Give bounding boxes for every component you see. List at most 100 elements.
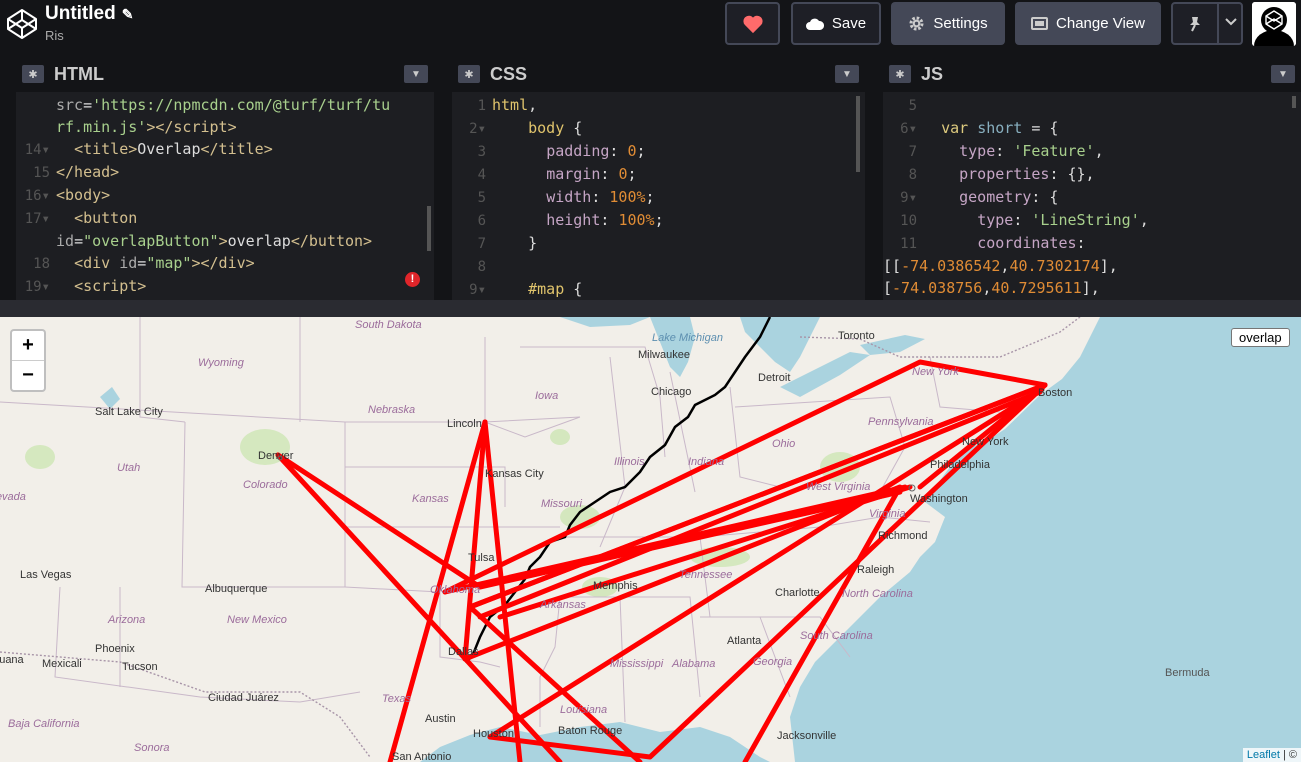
label-bermuda: Bermuda <box>1165 667 1211 679</box>
save-button[interactable]: Save <box>791 2 881 45</box>
label-lincoln: Lincoln <box>447 418 482 430</box>
label-nebraska: Nebraska <box>368 404 415 416</box>
css-settings-gear-icon[interactable]: ✱ <box>458 65 480 83</box>
label-albuquerque: Albuquerque <box>205 583 267 595</box>
label-louisiana: Louisiana <box>560 704 607 716</box>
label-boston: Boston <box>1038 387 1072 399</box>
label-ohio: Ohio <box>772 438 795 450</box>
settings-label: Settings <box>933 15 988 32</box>
editor-resize-bar[interactable] <box>0 300 1301 317</box>
label-kansas: Kansas <box>412 493 449 505</box>
zoom-in-button[interactable]: + <box>12 331 44 361</box>
label-tulsa: Tulsa <box>468 552 495 564</box>
pin-dropdown-divider <box>1217 4 1219 43</box>
label-ciudad-juarez: Ciudad Juárez <box>208 692 279 704</box>
label-atlanta: Atlanta <box>727 635 762 647</box>
label-jacksonville: Jacksonville <box>777 730 836 742</box>
css-editor-pane[interactable]: ✱ CSS ▼ 1 html, 2▾ body { 3 padding: 0; 4… <box>452 56 865 300</box>
pencil-icon[interactable]: ✎ <box>122 3 134 25</box>
change-view-button[interactable]: Change View <box>1015 2 1161 45</box>
label-indiana: Indiana <box>688 456 724 468</box>
html-collapse-chevron-icon[interactable]: ▼ <box>404 65 428 83</box>
label-georgia: Georgia <box>753 656 792 668</box>
pen-title-block: Untitled ✎ Ris <box>45 3 133 43</box>
basemap[interactable]: South Dakota Wyoming Nebraska Iowa Color… <box>0 317 1301 762</box>
chevron-down-icon[interactable] <box>1225 18 1237 26</box>
save-label: Save <box>831 15 867 32</box>
label-utah: Utah <box>117 462 140 474</box>
zoom-out-button[interactable]: − <box>12 361 44 390</box>
label-virginia: Virginia <box>869 508 906 520</box>
top-bar: Untitled ✎ Ris Save Settings Change View <box>0 0 1301 52</box>
label-south-dakota: South Dakota <box>355 319 422 331</box>
js-collapse-chevron-icon[interactable]: ▼ <box>1271 65 1295 83</box>
codepen-logo-icon[interactable] <box>6 8 38 40</box>
html-pane-header: ✱ HTML ▼ <box>16 56 434 92</box>
label-colorado: Colorado <box>243 479 288 491</box>
label-kansas-city: Kansas City <box>485 468 544 480</box>
label-mississippi: Mississippi <box>610 658 664 670</box>
pin-icon <box>1188 16 1202 32</box>
js-editor-pane[interactable]: ✱ JS ▼ 5 6▾ var short = { 7 type: 'Featu… <box>883 56 1301 300</box>
js-code[interactable]: 5 6▾ var short = { 7 type: 'Feature', 8 … <box>883 94 1301 300</box>
html-scrollbar[interactable] <box>427 206 431 251</box>
avatar[interactable] <box>1252 2 1296 46</box>
label-philadelphia: Philadelphia <box>930 459 991 471</box>
label-new-york-state: New York <box>912 366 959 378</box>
map-view[interactable]: South Dakota Wyoming Nebraska Iowa Color… <box>0 317 1301 762</box>
css-pane-header: ✱ CSS ▼ <box>452 56 865 92</box>
label-dallas: Dallas <box>448 646 479 658</box>
settings-button[interactable]: Settings <box>891 2 1005 45</box>
label-tijuana: Tijuana <box>0 654 25 666</box>
cloud-icon <box>805 18 824 30</box>
map-attribution: Leaflet | © <box>1242 748 1301 762</box>
label-raleigh: Raleigh <box>857 564 894 576</box>
js-pane-title: JS <box>921 63 944 84</box>
pen-title[interactable]: Untitled <box>45 3 116 24</box>
html-settings-gear-icon[interactable]: ✱ <box>22 65 44 83</box>
change-view-label: Change View <box>1056 15 1145 32</box>
js-pane-header: ✱ JS ▼ <box>883 56 1301 92</box>
label-oklahoma: Oklahoma <box>430 584 480 596</box>
overlap-button[interactable]: overlap <box>1231 328 1290 347</box>
pin-button[interactable] <box>1171 2 1243 45</box>
label-alabama: Alabama <box>671 658 715 670</box>
pen-author[interactable]: Ris <box>45 28 133 43</box>
label-illinois: Illinois <box>614 456 645 468</box>
zoom-control: + − <box>10 329 46 392</box>
label-san-antonio: San Antonio <box>392 751 451 762</box>
heart-icon <box>742 15 763 33</box>
html-editor-pane[interactable]: ✱ HTML ▼ src='https://npmcdn.com/@turf/t… <box>16 56 434 300</box>
attribution-text: | © <box>1279 749 1297 761</box>
heart-button[interactable] <box>725 2 780 45</box>
label-north-carolina: North Carolina <box>842 588 913 600</box>
label-austin: Austin <box>425 713 456 725</box>
label-houston: Houston <box>473 728 514 740</box>
css-scrollbar[interactable] <box>856 96 860 172</box>
label-south-carolina: South Carolina <box>800 630 873 642</box>
gear-icon <box>908 15 925 32</box>
label-las-vegas: Las Vegas <box>20 569 72 581</box>
js-scrollbar[interactable] <box>1292 96 1296 108</box>
label-salt-lake-city: Salt Lake City <box>95 406 163 418</box>
error-badge-icon[interactable]: ! <box>405 272 420 287</box>
html-code[interactable]: src='https://npmcdn.com/@turf/turf/tu rf… <box>16 94 434 300</box>
label-baja-california: Baja California <box>8 718 80 730</box>
html-pane-title: HTML <box>54 63 104 84</box>
layout-icon <box>1031 17 1049 30</box>
leaflet-link[interactable]: Leaflet <box>1247 749 1280 761</box>
label-baton-rouge: Baton Rouge <box>558 725 622 737</box>
label-texas: Texas <box>382 693 411 705</box>
label-phoenix: Phoenix <box>95 643 135 655</box>
js-settings-gear-icon[interactable]: ✱ <box>889 65 911 83</box>
label-milwaukee: Milwaukee <box>638 349 690 361</box>
label-new-mexico: New Mexico <box>227 614 287 626</box>
css-code[interactable]: 1 html, 2▾ body { 3 padding: 0; 4 margin:… <box>452 94 865 300</box>
label-memphis: Memphis <box>593 580 638 592</box>
label-denver: Denver <box>258 450 294 462</box>
label-pennsylvania: Pennsylvania <box>868 416 933 428</box>
label-tucson: Tucson <box>122 661 158 673</box>
css-pane-title: CSS <box>490 63 528 84</box>
label-lake-michigan: Lake Michigan <box>652 332 723 344</box>
css-collapse-chevron-icon[interactable]: ▼ <box>835 65 859 83</box>
